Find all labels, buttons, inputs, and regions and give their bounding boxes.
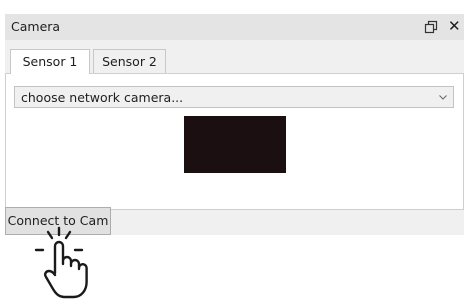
panel-title: Camera: [11, 19, 61, 34]
chevron-down-icon: [439, 95, 447, 100]
camera-preview: [184, 116, 286, 173]
tab-sensor-2[interactable]: Sensor 2: [93, 49, 166, 73]
tab-label: Sensor 1: [22, 54, 78, 69]
camera-select-dropdown[interactable]: choose network camera...: [14, 86, 454, 108]
panel-title-bar[interactable]: Camera ✕: [5, 14, 464, 40]
hand-click-icon: [34, 226, 88, 299]
tab-label: Sensor 2: [102, 54, 157, 69]
close-icon[interactable]: ✕: [448, 18, 461, 34]
float-window-icon[interactable]: [424, 20, 438, 34]
tab-sensor-1[interactable]: Sensor 1: [10, 49, 90, 74]
camera-select-value: choose network camera...: [21, 90, 184, 105]
sensor-1-tab-page: choose network camera...: [5, 73, 464, 210]
camera-panel: Camera ✕ Sensor 1 Sensor 2 choose networ…: [5, 14, 464, 235]
